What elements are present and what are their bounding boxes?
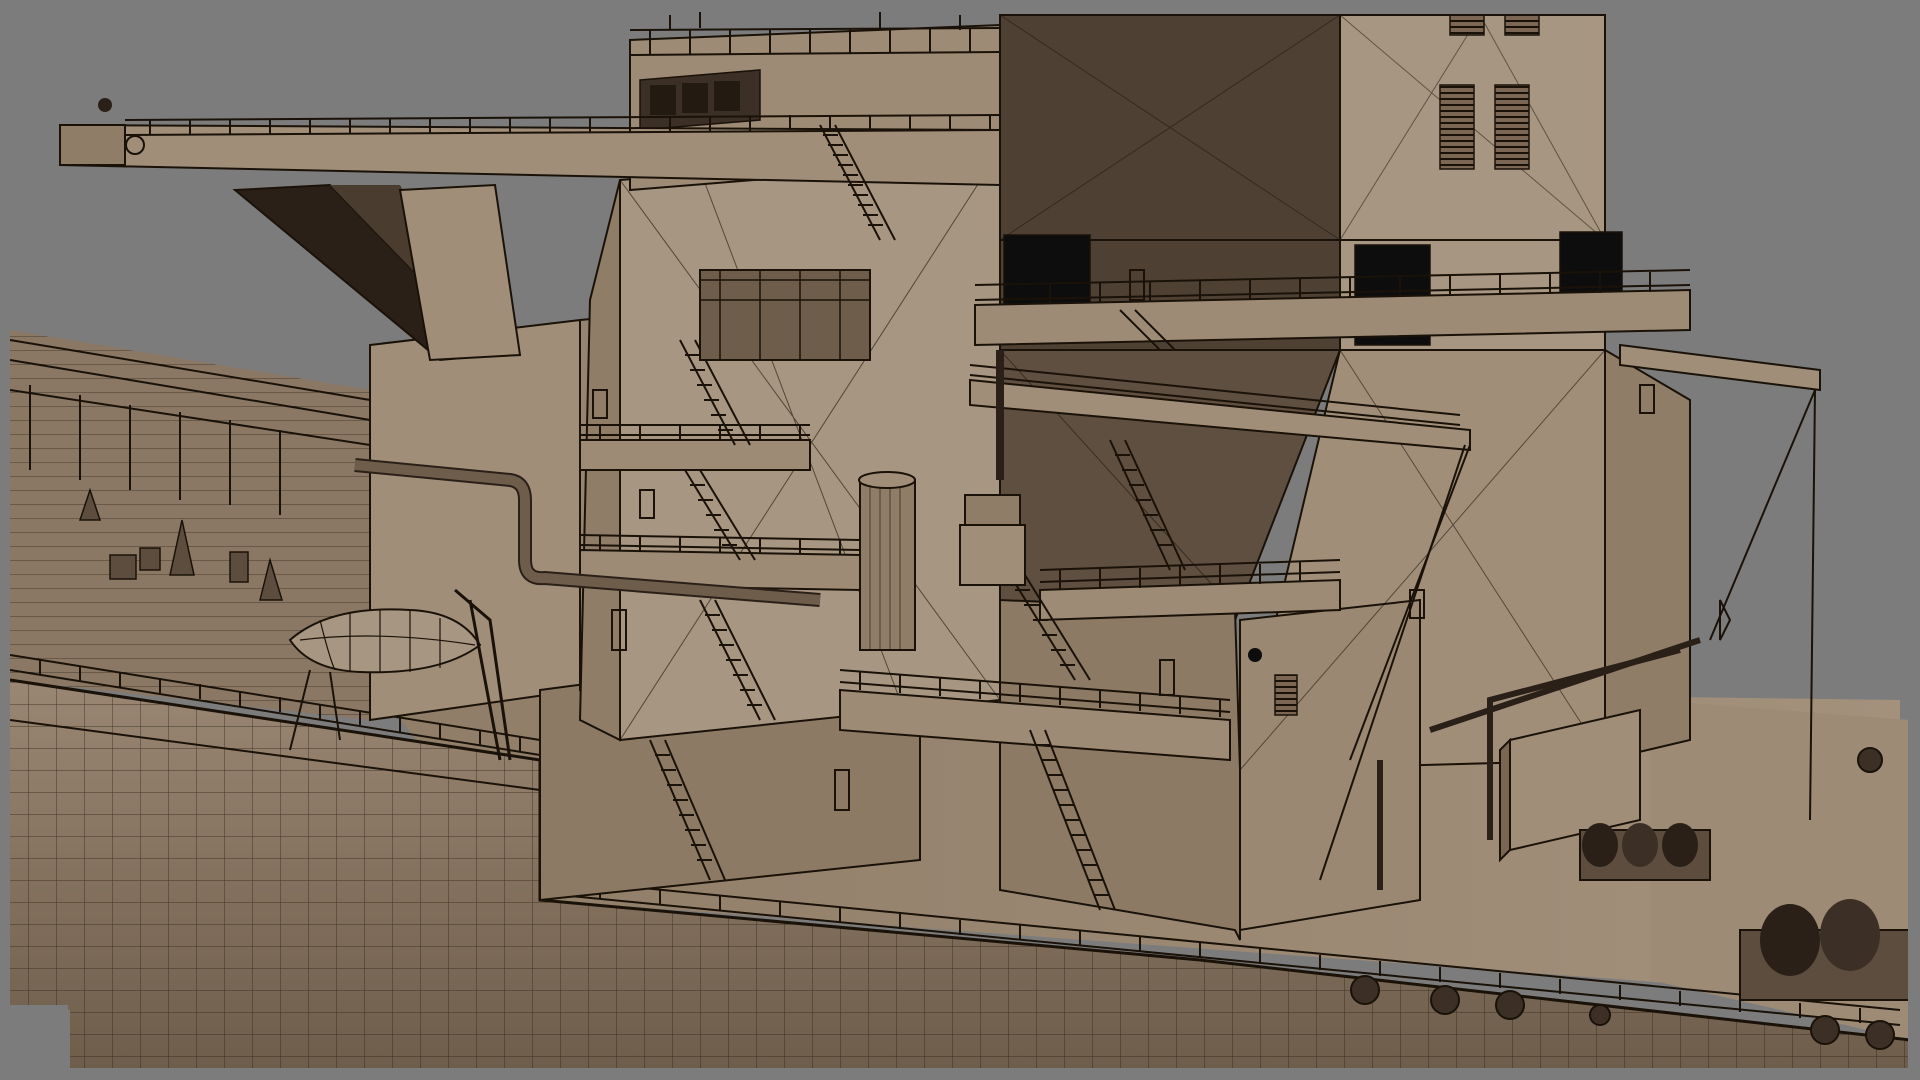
wheelhouse-windows (650, 81, 740, 115)
viewport-margin-bottom (0, 1068, 1920, 1080)
porthole (1248, 648, 1262, 662)
viewport (0, 0, 1920, 1080)
lamp-icon (98, 98, 112, 112)
viewport-margin-left (0, 0, 10, 1080)
louver-vent (1439, 84, 1475, 170)
funnel-casing (999, 14, 1606, 241)
viewport-margin-right (1908, 0, 1920, 1080)
model-render (0, 0, 1920, 1080)
equipment-room (699, 269, 871, 361)
louver-vent (1494, 84, 1530, 170)
viewport-corner (0, 1005, 68, 1080)
mooring-winch (1579, 823, 1711, 881)
